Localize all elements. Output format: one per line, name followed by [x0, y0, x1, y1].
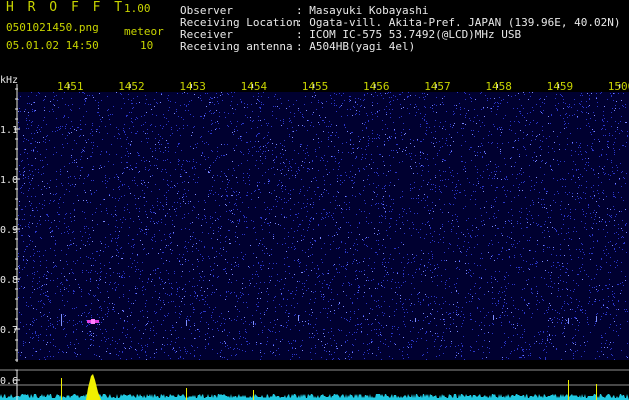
- time-tick-label: 1451: [57, 80, 84, 93]
- spectrogram: kHz 1.1 1.0 0.9 0.8 0.7 0.6 1451 1452 1453 1454 145…: [0, 75, 629, 400]
- freq-tick-label: 0.8: [0, 275, 18, 286]
- time-tick-label: 1453: [179, 80, 206, 93]
- time-tick-label: 1458: [485, 80, 512, 93]
- time-tick-label: 1459: [547, 80, 574, 93]
- freq-tick-label: 0.7: [0, 325, 18, 336]
- time-tick-label: 1454: [241, 80, 268, 93]
- freq-unit-label: kHz: [0, 75, 18, 86]
- time-tick-label: 1456: [363, 80, 390, 93]
- time-tick-label: 1500: [608, 80, 629, 93]
- time-tick-label: 1457: [424, 80, 451, 93]
- freq-tick-label: 1.1: [0, 125, 18, 136]
- freq-tick-label: 0.6: [0, 376, 18, 387]
- freq-tick-label: 0.9: [0, 225, 18, 236]
- time-tick-label: 1455: [302, 80, 329, 93]
- time-tick-label: 1452: [118, 80, 145, 93]
- signal-level-trace: [0, 369, 629, 400]
- noise-field: [18, 92, 629, 360]
- freq-tick-label: 1.0: [0, 175, 18, 186]
- hroft-display: H R O F F T 1.00 0501021450.png 05.01.02…: [0, 0, 629, 400]
